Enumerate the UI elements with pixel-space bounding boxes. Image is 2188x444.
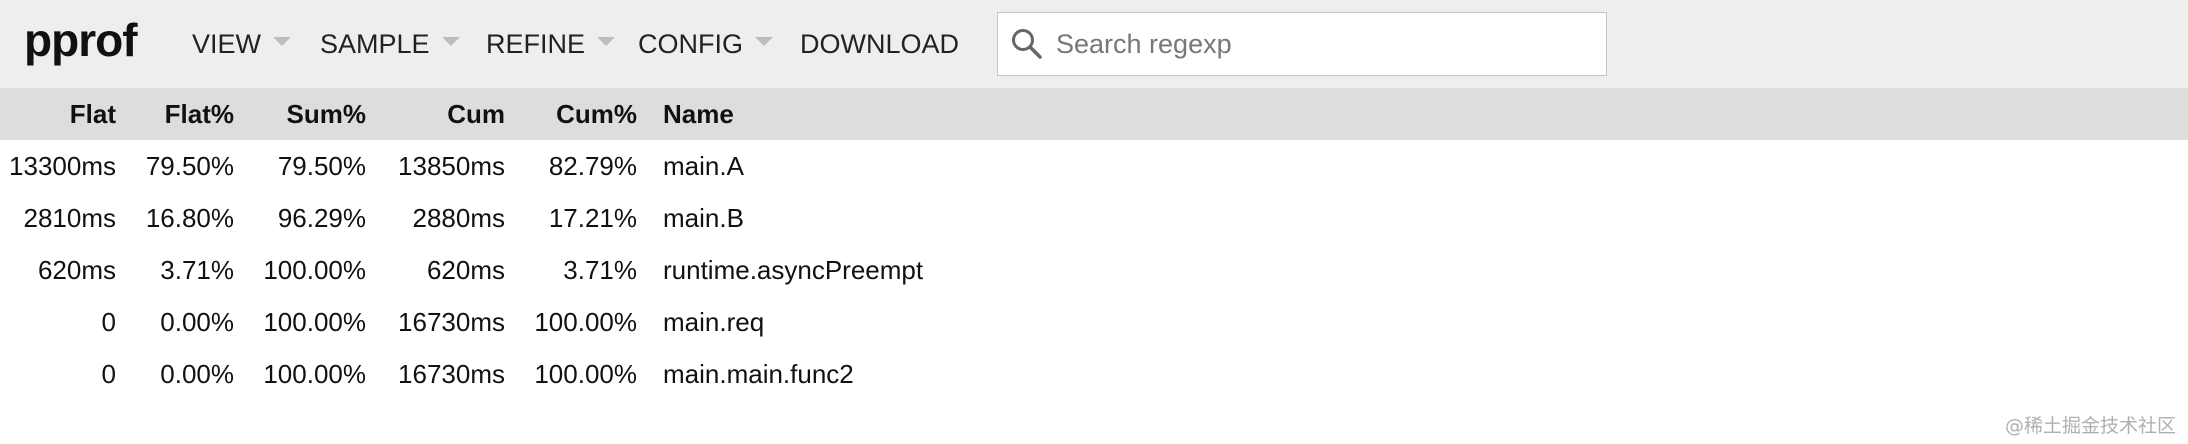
sample-menu-label: SAMPLE <box>320 28 430 59</box>
refine-menu-label: REFINE <box>486 28 586 59</box>
cell-name: main.main.func2 <box>663 359 854 389</box>
cell-cum: 620ms <box>426 255 505 285</box>
header-sum-pct[interactable]: Sum% <box>287 88 366 140</box>
caret-down-icon <box>273 36 292 46</box>
config-menu-label: CONFIG <box>638 28 743 59</box>
cell-cum-pct: 100.00% <box>534 307 637 337</box>
header-name[interactable]: Name <box>663 88 734 140</box>
cell-name: main.B <box>663 203 744 233</box>
cell-flat-pct: 0.00% <box>160 359 234 389</box>
table-header: Flat Flat% Sum% Cum Cum% Name <box>0 88 2188 140</box>
caret-down-icon <box>441 36 460 46</box>
cell-cum-pct: 100.00% <box>534 359 637 389</box>
cell-name: main.req <box>663 307 765 337</box>
view-menu[interactable]: VIEW <box>192 22 292 66</box>
table-row[interactable]: 0 0.00% 100.00% 16730ms 100.00% main.mai… <box>0 348 2188 400</box>
cell-name: main.A <box>663 151 744 181</box>
watermark: @稀土掘金技术社区 <box>2004 415 2176 437</box>
header-flat[interactable]: Flat <box>70 88 116 140</box>
download-menu-label: DOWNLOAD <box>800 28 960 59</box>
cell-flat: 620ms <box>37 255 116 285</box>
cell-cum-pct: 82.79% <box>548 151 637 181</box>
cell-flat: 13300ms <box>9 151 116 181</box>
header-cum[interactable]: Cum <box>447 88 505 140</box>
cell-cum-pct: 3.71% <box>563 255 637 285</box>
cell-sum-pct: 96.29% <box>277 203 366 233</box>
cell-flat-pct: 0.00% <box>160 307 234 337</box>
cell-sum-pct: 100.00% <box>263 307 366 337</box>
header-cum-pct[interactable]: Cum% <box>556 88 637 140</box>
caret-down-icon <box>597 36 616 46</box>
cell-cum: 2880ms <box>412 203 506 233</box>
header-flat-pct[interactable]: Flat% <box>165 88 234 140</box>
cell-name: runtime.asyncPreempt <box>663 255 924 285</box>
cell-flat: 2810ms <box>23 203 117 233</box>
view-menu-label: VIEW <box>192 28 262 59</box>
top-toolbar: pprof VIEW SAMPLE REFINE CONFIG DOWNLOAD <box>0 0 2188 88</box>
cell-cum-pct: 17.21% <box>548 203 637 233</box>
cell-sum-pct: 100.00% <box>263 359 366 389</box>
refine-menu[interactable]: REFINE <box>486 22 616 66</box>
download-menu[interactable]: DOWNLOAD <box>800 22 959 66</box>
cell-flat-pct: 79.50% <box>145 151 234 181</box>
config-menu[interactable]: CONFIG <box>638 22 773 66</box>
cell-cum: 16730ms <box>398 307 505 337</box>
cell-flat-pct: 3.71% <box>160 255 234 285</box>
cell-flat: 0 <box>101 307 116 337</box>
caret-down-icon <box>755 36 773 46</box>
search-icon <box>1012 29 1042 59</box>
search-input[interactable] <box>1056 23 1586 65</box>
table-row[interactable]: 620ms 3.71% 100.00% 620ms 3.71% runtime.… <box>0 244 2188 296</box>
cell-cum: 16730ms <box>398 359 505 389</box>
cell-flat-pct: 16.80% <box>145 203 234 233</box>
cell-cum: 13850ms <box>398 151 505 181</box>
search-box[interactable] <box>997 12 1607 76</box>
table-row[interactable]: 13300ms 79.50% 79.50% 13850ms 82.79% mai… <box>0 140 2188 192</box>
cell-flat: 0 <box>101 359 116 389</box>
table-row[interactable]: 2810ms 16.80% 96.29% 2880ms 17.21% main.… <box>0 192 2188 244</box>
pprof-logo: pprof <box>24 14 138 66</box>
cell-sum-pct: 79.50% <box>277 151 366 181</box>
sample-menu[interactable]: SAMPLE <box>320 22 460 66</box>
table-row[interactable]: 0 0.00% 100.00% 16730ms 100.00% main.req <box>0 296 2188 348</box>
cell-sum-pct: 100.00% <box>263 255 366 285</box>
